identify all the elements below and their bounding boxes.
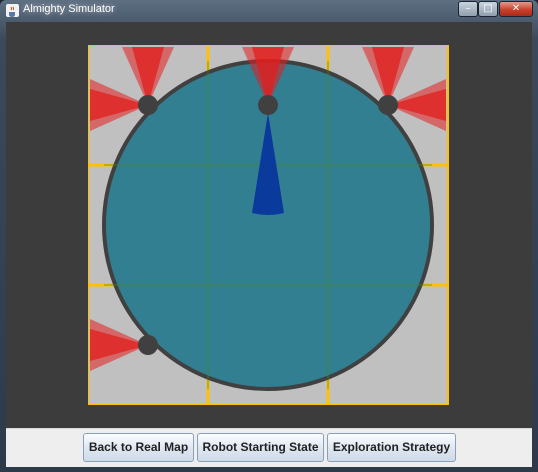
sensor-node	[258, 95, 278, 115]
java-cup-icon	[6, 4, 19, 17]
minimize-icon: –	[465, 3, 471, 14]
simulator-window: Almighty Simulator – □ ✕ Back to Real Ma…	[0, 0, 538, 472]
back-to-real-map-button[interactable]: Back to Real Map	[83, 433, 194, 462]
sensor-node	[138, 335, 158, 355]
exploration-strategy-button[interactable]: Exploration Strategy	[327, 433, 456, 462]
sensor-node	[378, 95, 398, 115]
title-bar[interactable]: Almighty Simulator – □ ✕	[0, 0, 538, 22]
minimize-button[interactable]: –	[458, 1, 478, 17]
maximize-button[interactable]: □	[478, 1, 498, 17]
window-title: Almighty Simulator	[23, 3, 115, 15]
button-bar: Back to Real Map Robot Starting State Ex…	[6, 428, 532, 467]
close-button[interactable]: ✕	[499, 1, 533, 17]
robot-starting-state-button[interactable]: Robot Starting State	[197, 433, 324, 462]
client-area: Back to Real Map Robot Starting State Ex…	[6, 22, 532, 467]
arena-map[interactable]	[87, 44, 450, 409]
sensor-node	[138, 95, 158, 115]
close-icon: ✕	[511, 3, 521, 14]
maximize-icon: □	[483, 3, 493, 14]
